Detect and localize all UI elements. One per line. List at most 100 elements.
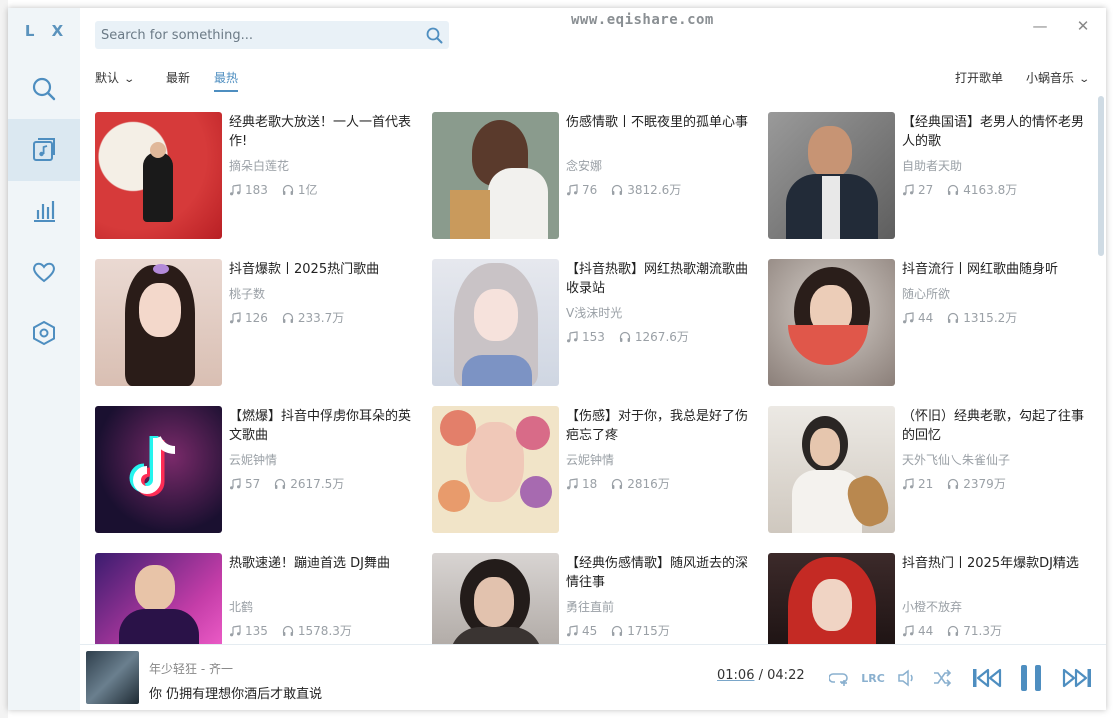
playlist-card[interactable]: 【燃爆】抖音中俘虏你耳朵的英文歌曲 云妮钟情 57 2617.5万: [95, 406, 415, 536]
song-count-value: 44: [918, 310, 934, 325]
playlist-card[interactable]: （怀旧）经典老歌，勾起了往事的回忆 天外飞仙乀朱雀仙子 21 2379万: [768, 406, 1085, 536]
play-count: 71.3万: [947, 622, 1002, 639]
sort-tab-default[interactable]: 默认 ⌄: [95, 69, 136, 86]
next-button[interactable]: [1060, 662, 1094, 694]
playlist-stats: 76 3812.6万: [566, 181, 681, 198]
playlist-stats: 18 2816万: [566, 475, 670, 492]
play-count: 2816万: [611, 475, 670, 492]
playlist-cover: [432, 406, 559, 533]
pause-icon: [1021, 665, 1041, 691]
skip-next-icon: [1062, 668, 1091, 688]
music-note-icon: [567, 183, 578, 195]
playlist-title: 【经典伤感情歌】随风逝去的深情往事: [566, 556, 749, 590]
playlist-card[interactable]: 【经典国语】老男人的情怀老男人的歌 自助者天助 27 4163.8万: [768, 112, 1085, 242]
music-note-icon: [567, 624, 578, 636]
play-count: 1267.6万: [619, 328, 689, 345]
play-count: 233.7万: [282, 309, 344, 326]
playlist-card[interactable]: 【伤感】对于你，我总是好了伤疤忘了疼 云妮钟情 18 2816万: [432, 406, 752, 536]
playlist-author: 勇往直前: [566, 600, 615, 614]
song-count: 76: [566, 183, 597, 197]
playlist-title: 伤感情歌丨不眠夜里的孤单心事: [566, 115, 749, 130]
playlist-stats: 135 1578.3万: [229, 622, 352, 639]
sort-tab-label: 最新: [166, 71, 191, 85]
playlist-author: 自助者天助: [902, 159, 963, 173]
music-note-icon: [903, 183, 914, 195]
playlist-card[interactable]: 伤感情歌丨不眠夜里的孤单心事 念安娜 76 3812.6万: [432, 112, 752, 242]
play-count-value: 233.7万: [297, 311, 345, 325]
headphones-icon: [948, 478, 959, 489]
play-count-value: 1578.3万: [297, 624, 352, 638]
song-count-value: 153: [582, 329, 605, 344]
sort-tab-newest[interactable]: 最新: [166, 69, 190, 86]
source-select[interactable]: 小蜗音乐 ⌄: [1026, 69, 1090, 86]
playlist-author: V浅沫时光: [566, 306, 623, 320]
play-count-value: 3812.6万: [627, 183, 682, 197]
playlist-title: 热歌速递！蹦迪首选 DJ舞曲: [229, 556, 390, 571]
app-window: L X www.eqishare.com — ✕ 默认⌄ 最新 最热: [8, 8, 1106, 710]
sidebar-item-songlist[interactable]: [8, 119, 80, 181]
time-separator: /: [758, 668, 763, 683]
current-time: 01:06: [717, 668, 755, 683]
chevron-down-icon: ⌄: [123, 74, 136, 85]
music-note-icon: [903, 311, 914, 323]
playlist-cover: [768, 406, 895, 533]
music-note-icon: [230, 311, 241, 323]
hexagon-settings-icon: [33, 320, 55, 346]
player-cover[interactable]: [86, 651, 139, 704]
playlist-card[interactable]: 热歌速递！蹦迪首选 DJ舞曲 北鹤 135 1578.3万: [95, 553, 415, 646]
playlist-cover: [432, 553, 559, 646]
sidebar-item-leaderboard[interactable]: [8, 180, 80, 242]
open-playlist-link[interactable]: 打开歌单: [955, 69, 1003, 86]
play-count: 1715万: [611, 622, 670, 639]
song-count: 126: [229, 311, 268, 325]
music-note-icon: [903, 624, 914, 636]
playlist-cover: [768, 112, 895, 239]
player-song-title: 年少轻狂 - 齐一: [149, 662, 233, 676]
playlist-card[interactable]: 【抖音热歌】网红热歌潮流歌曲收录站 V浅沫时光 153 1267.6万: [432, 259, 752, 389]
minimize-button[interactable]: —: [1029, 15, 1051, 37]
playlist-title: 【经典国语】老男人的情怀老男人的歌: [902, 115, 1085, 149]
background-strip: [0, 0, 8, 718]
playlist-author: 念安娜: [566, 159, 603, 173]
playlist-title: 【燃爆】抖音中俘虏你耳朵的英文歌曲: [229, 409, 412, 443]
close-button[interactable]: ✕: [1072, 15, 1094, 37]
app-logo: L X: [24, 22, 70, 40]
play-count-value: 2816万: [627, 477, 670, 491]
search-input[interactable]: [95, 21, 419, 49]
song-count-value: 76: [582, 182, 598, 197]
skip-previous-icon: [973, 668, 1002, 688]
search-button[interactable]: [419, 21, 449, 49]
playlist-card[interactable]: 【经典伤感情歌】随风逝去的深情往事 勇往直前 45 1715万: [432, 553, 752, 646]
sidebar-item-settings[interactable]: [8, 302, 80, 364]
playlist-card[interactable]: 经典老歌大放送！一人一首代表作! 摘朵白莲花 183 1亿: [95, 112, 415, 242]
playlist-author: 北鹤: [229, 600, 254, 614]
search-bar: [95, 21, 449, 49]
sort-tab-hottest[interactable]: 最热: [214, 69, 239, 92]
pause-button[interactable]: [1016, 660, 1046, 696]
lyrics-button[interactable]: LRC: [860, 667, 886, 689]
play-count-value: 4163.8万: [963, 183, 1018, 197]
playlist-card[interactable]: 抖音热门丨2025年爆款DJ精选 小橙不放弃 44 71.3万: [768, 553, 1085, 646]
add-to-list-button[interactable]: [827, 667, 851, 689]
headphones-icon: [948, 312, 959, 323]
playlist-title: 抖音热门丨2025年爆款DJ精选: [902, 556, 1079, 571]
shuffle-button[interactable]: [930, 667, 954, 689]
playlist-card[interactable]: 抖音流行丨网红歌曲随身听 随心所欲 44 1315.2万: [768, 259, 1085, 389]
volume-button[interactable]: [895, 667, 919, 689]
sidebar-item-search[interactable]: [8, 58, 80, 120]
repeat-add-icon: [829, 673, 848, 686]
scrollbar[interactable]: [1098, 96, 1104, 256]
tiktok-logo: [129, 436, 176, 497]
play-count: 1578.3万: [282, 622, 352, 639]
previous-button[interactable]: [970, 662, 1004, 694]
bar-chart-icon: [34, 201, 55, 222]
music-note-icon: [567, 477, 578, 489]
song-count: 21: [902, 477, 933, 491]
song-count: 57: [229, 477, 260, 491]
playlist-grid: 经典老歌大放送！一人一首代表作! 摘朵白莲花 183 1亿 伤感情歌丨不眠夜里的…: [95, 112, 1085, 646]
playlist-author: 云妮钟情: [566, 453, 615, 467]
playlist-cover: [95, 259, 222, 386]
playlist-author: 云妮钟情: [229, 453, 278, 467]
playlist-card[interactable]: 抖音爆款丨2025热门歌曲 桃子数 126 233.7万: [95, 259, 415, 389]
sidebar-item-favorites[interactable]: [8, 241, 80, 303]
